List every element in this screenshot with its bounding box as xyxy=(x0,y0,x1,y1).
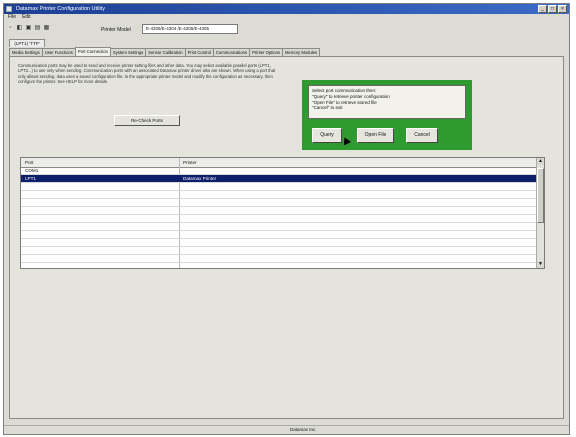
table-row[interactable] xyxy=(21,239,536,247)
new-icon[interactable]: ▫ xyxy=(7,25,14,32)
table-row[interactable] xyxy=(21,247,536,255)
table-row[interactable] xyxy=(21,255,536,263)
table-scrollbar[interactable]: ▲ ▼ xyxy=(536,158,544,268)
maximize-button[interactable]: □ xyxy=(548,5,557,13)
dialog-message: Select port communication then: "Query" … xyxy=(308,85,466,119)
table-row[interactable] xyxy=(21,199,536,207)
title-bar[interactable]: Datamax Printer Configuration Utility _ … xyxy=(4,4,569,14)
table-row[interactable]: COM1 xyxy=(21,167,536,175)
open-file-button[interactable]: Open File xyxy=(357,128,394,143)
column-header-port[interactable]: Port xyxy=(25,158,33,167)
table-row[interactable] xyxy=(21,183,536,191)
tab-port-connection[interactable]: Port Connection xyxy=(74,47,111,56)
table-row[interactable] xyxy=(21,191,536,199)
app-icon xyxy=(6,6,12,12)
tab-system-settings[interactable]: System Settings xyxy=(109,48,147,56)
mouse-cursor-icon xyxy=(340,135,352,146)
save-icon[interactable]: ▣ xyxy=(25,25,32,32)
port-connection-panel: Communication ports may be used to send … xyxy=(9,56,564,419)
query-dialog: Select port communication then: "Query" … xyxy=(302,80,472,150)
tab-communications[interactable]: Communications xyxy=(212,48,251,56)
status-text: Datamax Inc. xyxy=(290,427,317,432)
tab-media-settings[interactable]: Media Settings xyxy=(9,48,43,56)
table-row[interactable] xyxy=(21,231,536,239)
menu-file[interactable]: File xyxy=(8,14,16,21)
tab-print-control[interactable]: Print Control xyxy=(184,48,214,56)
printer-model-field[interactable]: E-4205/E-4304 /E-4206/E-4305 xyxy=(142,24,238,34)
settings-tabs: Media Settings User Functions Port Conne… xyxy=(9,47,563,56)
tab-printer-options[interactable]: Printer Options xyxy=(249,48,284,56)
ports-table: Port Printer COM1 LPT1 Datamax Printer ▲… xyxy=(20,157,545,269)
minimize-button[interactable]: _ xyxy=(538,5,547,13)
window-controls: _ □ × xyxy=(538,5,567,13)
table-row[interactable] xyxy=(21,223,536,231)
open-icon[interactable]: ◧ xyxy=(16,25,23,32)
scroll-up-icon[interactable]: ▲ xyxy=(537,158,544,165)
table-row[interactable] xyxy=(21,215,536,223)
properties-icon[interactable]: ▦ xyxy=(43,25,50,32)
close-button[interactable]: × xyxy=(558,5,567,13)
print-icon[interactable]: ▤ xyxy=(34,25,41,32)
toolbar: ▫ ◧ ▣ ▤ ▦ Printer Model E-4205/E-4304 /E… xyxy=(4,22,569,36)
port-cell: LPT1 xyxy=(25,176,36,181)
status-bar: Datamax Inc. xyxy=(4,425,569,434)
dialog-message-line: "Cancel" to exit xyxy=(312,105,343,111)
printer-model-label: Printer Model xyxy=(101,27,131,33)
tab-user-functions[interactable]: User Functions xyxy=(41,48,76,56)
menu-edit[interactable]: Edit xyxy=(22,14,31,21)
column-header-printer[interactable]: Printer xyxy=(183,158,197,167)
table-row[interactable] xyxy=(21,207,536,215)
menu-bar: File Edit xyxy=(4,14,569,21)
cancel-button[interactable]: Cancel xyxy=(406,128,438,143)
tab-memory-modules[interactable]: Memory Modules xyxy=(282,48,321,56)
printer-cell: Datamax Printer xyxy=(183,176,217,181)
query-button[interactable]: Query xyxy=(312,128,342,143)
panel-description: Communication ports may be used to send … xyxy=(18,63,276,84)
app-window: Datamax Printer Configuration Utility _ … xyxy=(3,3,570,435)
device-tab[interactable]: (LPT1) 'TTP' xyxy=(9,39,45,47)
table-row-selected[interactable]: LPT1 Datamax Printer xyxy=(21,175,536,183)
tab-sensor-calibration[interactable]: Sensor Calibration xyxy=(145,48,186,56)
scroll-down-icon[interactable]: ▼ xyxy=(537,261,544,268)
window-title: Datamax Printer Configuration Utility xyxy=(16,6,105,12)
recheck-ports-button[interactable]: Re-Check Ports xyxy=(114,115,180,126)
scroll-thumb[interactable] xyxy=(537,168,544,223)
port-cell: COM1 xyxy=(25,168,39,173)
